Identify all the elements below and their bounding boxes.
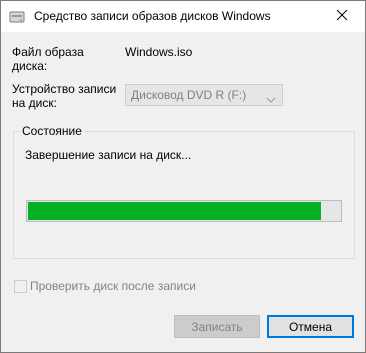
window-title: Средство записи образов дисков Windows	[34, 9, 271, 23]
burn-dialog-window: Средство записи образов дисков Windows Ф…	[0, 0, 366, 353]
title-bar: Средство записи образов дисков Windows	[1, 1, 365, 32]
burner-device-value: Дисковод DVD R (F:)	[131, 88, 247, 102]
verify-checkbox[interactable]	[14, 280, 27, 293]
cancel-button[interactable]: Отмена	[267, 315, 354, 338]
progress-bar	[26, 200, 342, 222]
image-file-label: Файл образа диска:	[12, 45, 84, 73]
burner-device-label: Устройство записи на диск:	[12, 82, 117, 110]
burner-device-select[interactable]: Дисковод DVD R (F:)	[125, 84, 283, 106]
status-group-title: Состояние	[20, 124, 84, 138]
status-text: Завершение записи на диск...	[25, 148, 192, 162]
write-button[interactable]: Записать	[174, 315, 260, 338]
close-button[interactable]	[319, 1, 365, 32]
image-file-value: Windows.iso	[125, 45, 193, 59]
chevron-down-icon	[266, 92, 276, 106]
progress-fill	[28, 202, 321, 220]
close-icon	[336, 9, 348, 24]
disc-burner-icon	[9, 9, 25, 25]
verify-checkbox-label: Проверить диск после записи	[30, 279, 196, 293]
